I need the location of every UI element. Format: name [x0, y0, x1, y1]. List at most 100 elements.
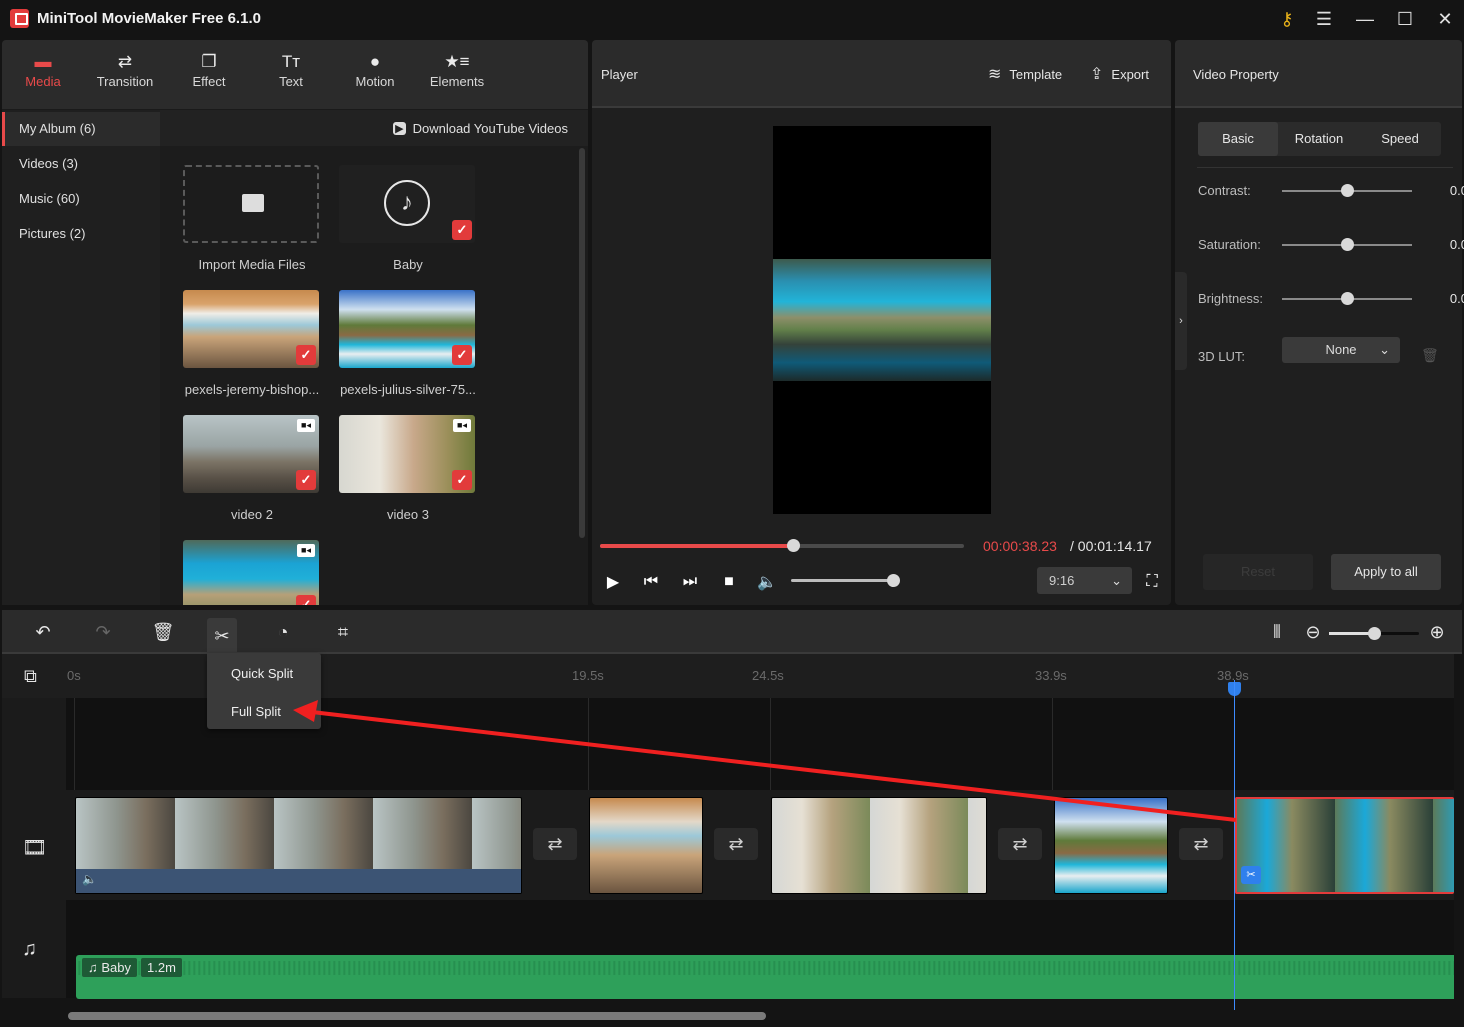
saturation-handle[interactable] — [1341, 238, 1354, 251]
tab-label: Effect — [192, 74, 226, 89]
import-dropzone[interactable] — [183, 165, 319, 243]
skip-forward-icon: ⏭ — [682, 573, 698, 590]
media-item-video-3[interactable]: ■◂ ✓ video 3 — [339, 415, 477, 522]
saturation-slider[interactable] — [1282, 238, 1412, 251]
timeline-zoom-slider[interactable] — [1329, 627, 1419, 640]
media-scrollbar[interactable] — [579, 148, 585, 538]
volume-handle[interactable] — [887, 574, 900, 587]
album-item-my-album[interactable]: My Album (6) — [2, 112, 160, 146]
contrast-slider[interactable] — [1282, 184, 1412, 197]
media-item-import[interactable]: Import Media Files — [183, 165, 321, 272]
fullscreen-button[interactable]: ⛶ — [1140, 570, 1164, 594]
prev-frame-button[interactable]: ⏮ — [639, 570, 663, 594]
seek-handle[interactable] — [786, 539, 800, 552]
tab-effect[interactable]: ❐ Effect — [169, 50, 249, 100]
volume-icon: 🔈 — [757, 574, 777, 591]
checked-icon: ✓ — [452, 470, 472, 490]
video-preview[interactable] — [773, 126, 991, 514]
zoom-in-icon: ⊕ — [1429, 621, 1445, 642]
menu-icon[interactable]: ☰ — [1309, 6, 1339, 32]
menu-item-quick-split[interactable]: Quick Split — [207, 657, 321, 691]
tab-text[interactable]: Tт Text — [251, 50, 331, 100]
speed-button[interactable]: ◔ — [268, 618, 298, 646]
contrast-value: 0.0 — [1449, 183, 1464, 198]
next-frame-button[interactable]: ⏭ — [678, 570, 702, 594]
volume-slider[interactable] — [791, 574, 900, 587]
key-icon[interactable]: ⚷ — [1272, 6, 1302, 32]
media-item-video-2[interactable]: ■◂ ✓ video 2 — [183, 415, 321, 522]
fit-timeline-button[interactable]: ⦀ — [1262, 618, 1292, 646]
tab-speed[interactable]: Speed — [1360, 122, 1440, 156]
redo-button[interactable]: ↷ — [88, 618, 118, 646]
media-item-video-1[interactable]: ■◂ ✓ — [183, 540, 321, 605]
video-camera-icon: ■◂ — [297, 544, 315, 557]
play-button[interactable]: ▶ — [601, 570, 625, 594]
transition-slot[interactable]: ⇄ — [998, 828, 1042, 860]
video-track-icon: 🎞 — [22, 837, 48, 859]
music-note-icon: ♪ — [384, 180, 430, 226]
clip-video-1-selected[interactable]: ✂ — [1235, 797, 1454, 894]
brightness-slider[interactable] — [1282, 292, 1412, 305]
download-youtube-label: Download YouTube Videos — [412, 121, 568, 136]
music-thumbnail: ♪ ✓ — [339, 165, 475, 243]
video-thumbnail: ■◂ ✓ — [339, 415, 475, 493]
collapse-panel-handle[interactable]: › — [1175, 272, 1187, 370]
split-marker-icon[interactable]: ✂ — [1241, 866, 1261, 884]
playhead[interactable] — [1234, 680, 1235, 1010]
export-button[interactable]: ⇪ Export — [1090, 64, 1149, 84]
video-thumbnail: ■◂ ✓ — [183, 540, 319, 605]
motion-icon: ● — [369, 52, 381, 71]
close-icon[interactable]: ✕ — [1430, 6, 1460, 32]
clip-video-3[interactable] — [771, 797, 987, 894]
tab-rotation[interactable]: Rotation — [1279, 122, 1359, 156]
transition-slot[interactable]: ⇄ — [714, 828, 758, 860]
app-title: MiniTool MovieMaker Free 6.1.0 — [37, 10, 261, 27]
zoom-out-button[interactable]: ⊖ — [1298, 618, 1328, 646]
contrast-row: Contrast: 0.0 — [1198, 181, 1464, 201]
menu-item-full-split[interactable]: Full Split — [207, 695, 321, 729]
audio-clip-baby[interactable]: ♫ Baby 1.2m — [76, 955, 1454, 999]
stop-button[interactable]: ■ — [717, 570, 741, 594]
clip-video-2[interactable]: 🔈 — [75, 797, 522, 894]
add-track-icon[interactable]: ⧉ — [24, 666, 37, 687]
tab-elements[interactable]: ★≡ Elements — [417, 50, 497, 100]
tab-media[interactable]: ▬ Media — [3, 50, 83, 100]
volume-button[interactable]: 🔈 — [755, 570, 779, 594]
apply-to-all-button[interactable]: Apply to all — [1331, 554, 1441, 590]
album-item-videos[interactable]: Videos (3) — [2, 147, 160, 181]
clip-pexels-julius[interactable] — [1054, 797, 1168, 894]
tab-motion[interactable]: ● Motion — [335, 50, 415, 100]
maximize-icon[interactable]: ☐ — [1390, 6, 1420, 32]
media-item-pexels-julius[interactable]: ✓ pexels-julius-silver-75... — [339, 290, 477, 397]
minimize-icon[interactable]: — — [1350, 6, 1380, 32]
media-item-pexels-jeremy[interactable]: ✓ pexels-jeremy-bishop... — [183, 290, 321, 397]
ruler-label: 38.9s — [1217, 668, 1249, 683]
download-youtube-link[interactable]: ▶ Download YouTube Videos — [393, 121, 568, 136]
media-item-baby[interactable]: ♪ ✓ Baby — [339, 165, 477, 272]
lut-select[interactable]: None ⌄ — [1282, 337, 1400, 363]
ruler-label: 24.5s — [752, 668, 784, 683]
seek-bar[interactable] — [600, 539, 964, 552]
delete-button[interactable]: 🗑 — [148, 618, 178, 646]
image-thumbnail: ✓ — [183, 290, 319, 368]
crop-button[interactable]: ⌗ — [328, 618, 358, 646]
tab-basic[interactable]: Basic — [1198, 122, 1278, 156]
brightness-handle[interactable] — [1341, 292, 1354, 305]
aspect-ratio-select[interactable]: 9:16 ⌄ — [1037, 567, 1132, 594]
zoom-handle[interactable] — [1368, 627, 1381, 640]
clip-pexels-jeremy[interactable] — [589, 797, 703, 894]
contrast-handle[interactable] — [1341, 184, 1354, 197]
reset-button[interactable]: Reset — [1203, 554, 1313, 590]
album-item-music[interactable]: Music (60) — [2, 182, 160, 216]
tab-transition[interactable]: ⇄ Transition — [85, 50, 165, 100]
transition-slot[interactable]: ⇄ — [533, 828, 577, 860]
transition-slot[interactable]: ⇄ — [1179, 828, 1223, 860]
album-item-pictures[interactable]: Pictures (2) — [2, 217, 160, 251]
zoom-in-button[interactable]: ⊕ — [1422, 618, 1452, 646]
youtube-download-icon: ▶ — [393, 122, 406, 135]
trash-icon[interactable]: 🗑 — [1421, 347, 1439, 364]
template-button[interactable]: ≋ Template — [988, 64, 1062, 84]
undo-button[interactable]: ↶ — [28, 618, 58, 646]
split-button[interactable]: ✂ — [207, 618, 237, 654]
timeline-scrollbar[interactable] — [68, 1012, 766, 1020]
